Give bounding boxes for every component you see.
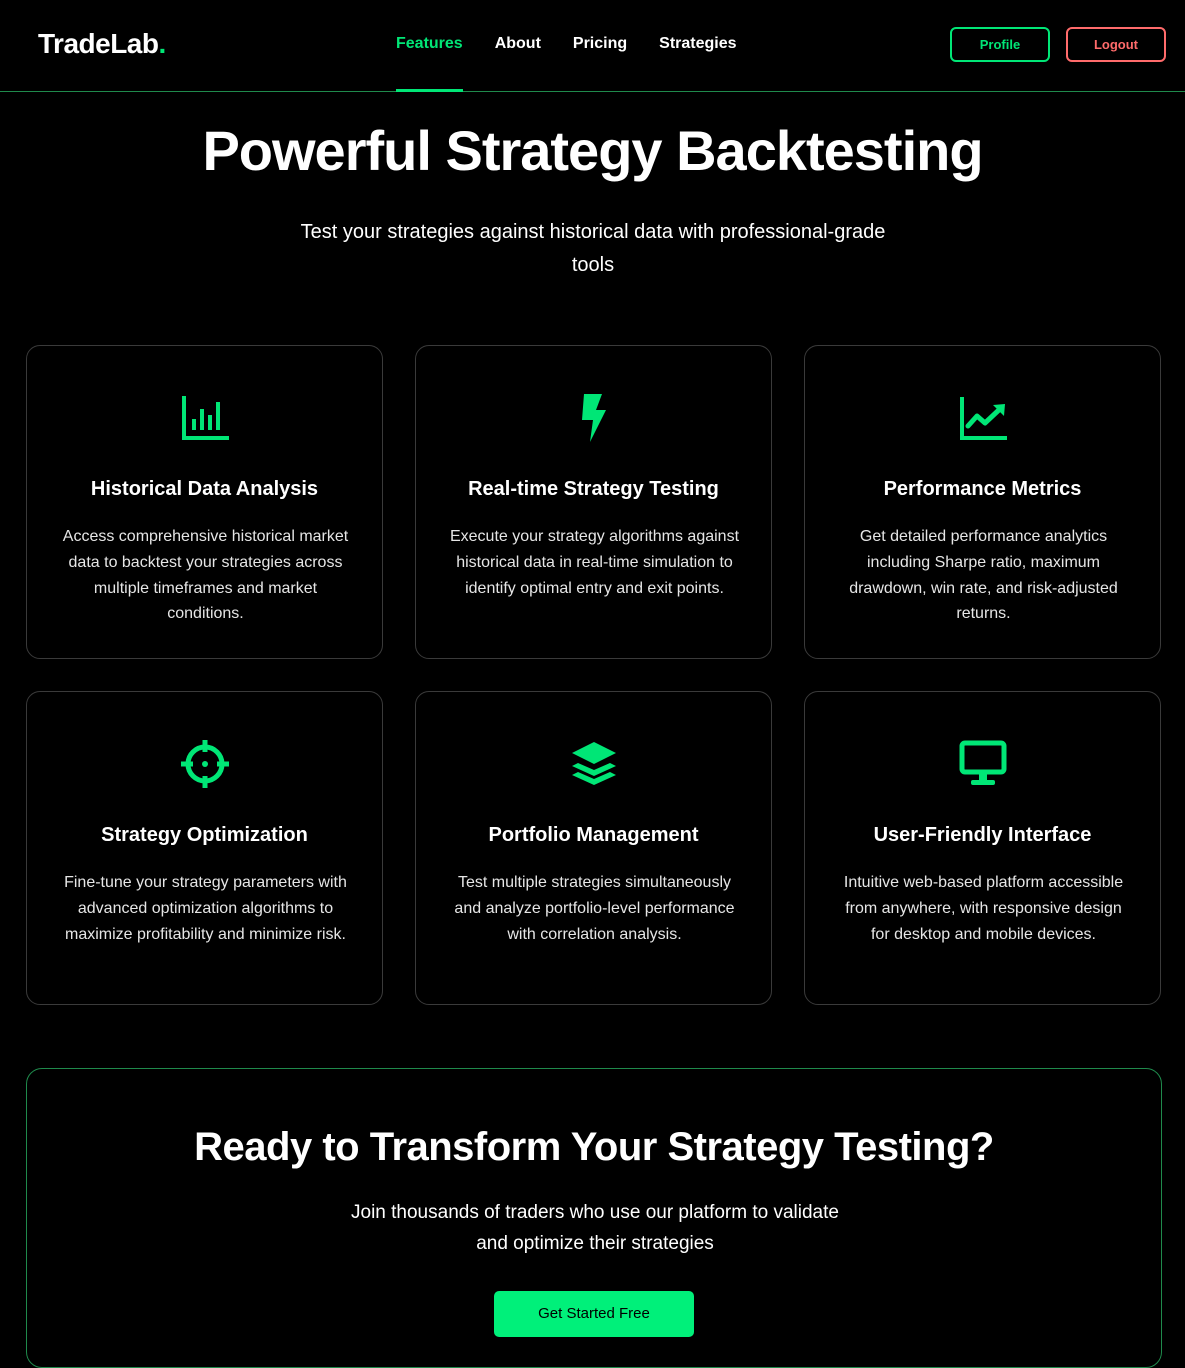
feature-card-historical-data: Historical Data Analysis Access comprehe… <box>26 345 383 659</box>
feature-title: Portfolio Management <box>488 824 699 846</box>
cta-section: Ready to Transform Your Strategy Testing… <box>26 1068 1162 1368</box>
feature-card-performance-metrics: Performance Metrics Get detailed perform… <box>804 345 1161 659</box>
feature-card-user-interface: User-Friendly Interface Intuitive web-ba… <box>804 691 1161 1005</box>
trending-up-chart-icon <box>805 392 1160 442</box>
bar-chart-icon <box>27 392 382 442</box>
nav-link-pricing[interactable]: Pricing <box>573 0 627 92</box>
feature-title: Strategy Optimization <box>101 824 308 846</box>
hero-title: Powerful Strategy Backtesting <box>202 119 983 182</box>
layers-icon <box>416 738 771 788</box>
nav-link-strategies[interactable]: Strategies <box>659 0 736 92</box>
get-started-button[interactable]: Get Started Free <box>494 1291 694 1337</box>
lightning-bolt-icon <box>416 392 771 442</box>
feature-description: Execute your strategy algorithms against… <box>449 528 740 597</box>
logout-button[interactable]: Logout <box>1066 27 1166 62</box>
feature-description: Fine-tune your strategy parameters with … <box>64 874 347 943</box>
feature-description: Test multiple strategies simultaneously … <box>454 874 735 943</box>
feature-description: Access comprehensive historical market d… <box>62 528 349 623</box>
desktop-monitor-icon <box>805 738 1160 788</box>
feature-title: User-Friendly Interface <box>873 824 1092 846</box>
nav-link-features[interactable]: Features <box>396 0 463 92</box>
cta-description: Join thousands of traders who use our pl… <box>351 1202 839 1254</box>
crosshair-icon <box>27 738 382 788</box>
brand-logo[interactable]: TradeLab. <box>38 28 166 60</box>
feature-description: Get detailed performance analytics inclu… <box>849 528 1118 623</box>
brand-logo-dot: . <box>158 28 166 59</box>
feature-title: Real-time Strategy Testing <box>468 478 719 500</box>
feature-card-realtime-testing: Real-time Strategy Testing Execute your … <box>415 345 772 659</box>
feature-description: Intuitive web-based platform accessible … <box>843 874 1124 943</box>
nav-link-about[interactable]: About <box>495 0 541 92</box>
feature-card-strategy-optimization: Strategy Optimization Fine-tune your str… <box>26 691 383 1005</box>
feature-title: Historical Data Analysis <box>90 478 319 500</box>
profile-button[interactable]: Profile <box>950 27 1050 62</box>
feature-title: Performance Metrics <box>883 478 1082 500</box>
brand-name: TradeLab <box>38 28 159 59</box>
top-navbar: TradeLab. Features About Pricing Strateg… <box>0 0 1185 92</box>
hero-subtitle: Test your strategies against historical … <box>300 221 886 276</box>
feature-card-portfolio-management: Portfolio Management Test multiple strat… <box>415 691 772 1005</box>
cta-title: Ready to Transform Your Strategy Testing… <box>194 1125 994 1169</box>
nav-links: Features About Pricing Strategies <box>396 0 769 92</box>
